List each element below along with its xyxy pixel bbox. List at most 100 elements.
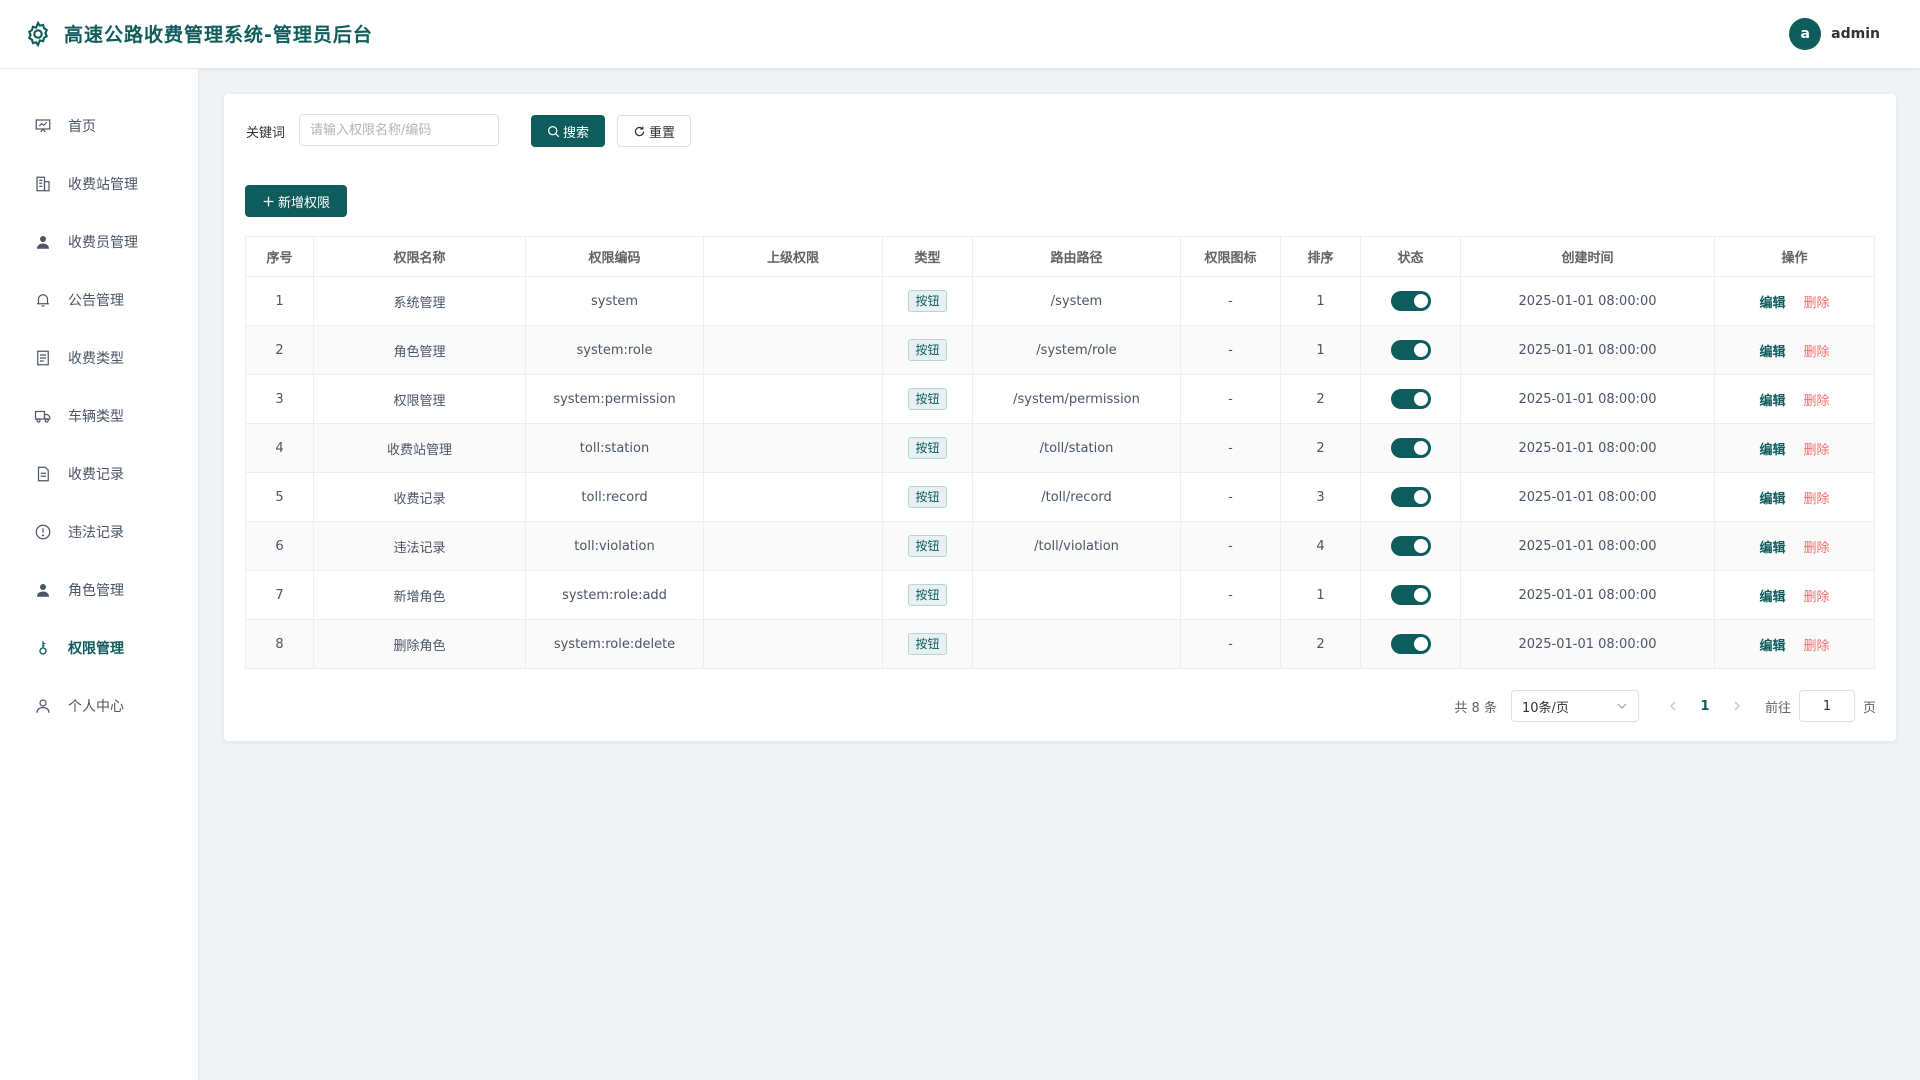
page-number-current[interactable]: 1 <box>1685 699 1725 714</box>
cell-code: system:role:add <box>525 570 704 620</box>
delete-button[interactable]: 删除 <box>1804 345 1830 360</box>
plus-icon <box>263 196 274 206</box>
delete-button[interactable]: 删除 <box>1804 296 1830 311</box>
edit-button[interactable]: 编辑 <box>1759 492 1785 507</box>
chevron-left-icon <box>1669 701 1676 711</box>
search-button[interactable]: 搜索 <box>531 115 605 147</box>
sidebar-item-notices[interactable]: 公告管理 <box>0 271 198 329</box>
sidebar: 首页 收费站管理 收费员管理 公告管理 收费类型 车辆类型 收费记录 违法记录 … <box>0 69 199 1080</box>
status-toggle[interactable] <box>1390 291 1431 311</box>
user-menu[interactable]: a admin <box>1789 18 1880 50</box>
prev-page-button[interactable] <box>1661 692 1685 720</box>
edit-button[interactable]: 编辑 <box>1759 394 1785 409</box>
reset-button-label: 重置 <box>648 125 675 141</box>
sidebar-item-violations[interactable]: 违法记录 <box>0 503 198 561</box>
cell-created: 2025-01-01 08:00:00 <box>1460 374 1715 424</box>
delete-button[interactable]: 删除 <box>1804 541 1830 556</box>
cell-actions: 编辑 删除 <box>1714 472 1875 522</box>
sidebar-item-collectors[interactable]: 收费员管理 <box>0 213 198 271</box>
column-header: 序号 <box>245 236 314 277</box>
bell-icon <box>37 294 49 307</box>
sidebar-item-vehicle-types[interactable]: 车辆类型 <box>0 387 198 445</box>
page-size-select[interactable]: 10条/页 <box>1510 690 1639 722</box>
next-page-button[interactable] <box>1725 692 1749 720</box>
sidebar-item-label: 收费记录 <box>68 467 124 483</box>
cell-name: 新增角色 <box>313 570 526 620</box>
cell-type: 按钮 <box>882 619 973 669</box>
keyword-input[interactable] <box>299 114 499 146</box>
status-toggle[interactable] <box>1390 340 1431 360</box>
delete-button[interactable]: 删除 <box>1804 492 1830 507</box>
edit-button[interactable]: 编辑 <box>1759 541 1785 556</box>
cell-status <box>1360 570 1461 620</box>
sidebar-item-label: 收费类型 <box>68 351 124 367</box>
goto-label: 前往 <box>1764 700 1791 716</box>
cell-status <box>1360 276 1461 326</box>
cell-status <box>1360 521 1461 571</box>
table-row: 3 权限管理 system:permission 按钮 /system/perm… <box>245 374 1875 424</box>
type-tag: 按钮 <box>908 535 947 557</box>
cell-path <box>972 619 1181 669</box>
cell-code: system:role:delete <box>525 619 704 669</box>
delete-button[interactable]: 删除 <box>1804 394 1830 409</box>
sidebar-item-label: 收费站管理 <box>68 177 138 193</box>
edit-button[interactable]: 编辑 <box>1759 639 1785 654</box>
cell-status <box>1360 374 1461 424</box>
top-header: 高速公路收费管理系统-管理员后台 a admin <box>0 0 1920 69</box>
status-toggle[interactable] <box>1390 438 1431 458</box>
edit-button[interactable]: 编辑 <box>1759 345 1785 360</box>
cell-parent <box>703 619 883 669</box>
status-toggle[interactable] <box>1390 585 1431 605</box>
sidebar-item-label: 个人中心 <box>68 699 124 715</box>
status-toggle[interactable] <box>1390 487 1431 507</box>
goto-page-input[interactable] <box>1798 690 1855 722</box>
cell-index: 7 <box>245 570 314 620</box>
cell-sort: 1 <box>1280 325 1361 375</box>
username[interactable]: admin <box>1831 26 1880 42</box>
cell-actions: 编辑 删除 <box>1714 423 1875 473</box>
delete-button[interactable]: 删除 <box>1804 639 1830 654</box>
sidebar-item-label: 权限管理 <box>68 641 124 657</box>
cell-created: 2025-01-01 08:00:00 <box>1460 423 1715 473</box>
page-suffix: 页 <box>1862 700 1876 716</box>
sidebar-item-profile[interactable]: 个人中心 <box>0 677 198 735</box>
cell-actions: 编辑 删除 <box>1714 570 1875 620</box>
add-permission-button[interactable]: 新增权限 <box>245 185 347 217</box>
sidebar-item-home[interactable]: 首页 <box>0 97 198 155</box>
cell-created: 2025-01-01 08:00:00 <box>1460 472 1715 522</box>
refresh-icon <box>634 126 645 136</box>
cell-status <box>1360 472 1461 522</box>
cell-sort: 1 <box>1280 276 1361 326</box>
cell-index: 1 <box>245 276 314 326</box>
cell-type: 按钮 <box>882 570 973 620</box>
cell-actions: 编辑 删除 <box>1714 276 1875 326</box>
chevron-right-icon <box>1734 701 1740 711</box>
cell-index: 6 <box>245 521 314 571</box>
avatar[interactable]: a <box>1789 18 1822 50</box>
table-row: 2 角色管理 system:role 按钮 /system/role - 1 2… <box>245 325 1875 375</box>
person-icon <box>36 699 50 713</box>
sidebar-item-label: 首页 <box>68 119 96 135</box>
edit-button[interactable]: 编辑 <box>1759 443 1785 458</box>
status-toggle[interactable] <box>1390 389 1431 409</box>
edit-button[interactable]: 编辑 <box>1759 296 1785 311</box>
status-toggle[interactable] <box>1390 536 1431 556</box>
sidebar-item-roles[interactable]: 角色管理 <box>0 561 198 619</box>
reset-button[interactable]: 重置 <box>617 115 691 147</box>
warning-icon <box>35 524 51 540</box>
delete-button[interactable]: 删除 <box>1804 590 1830 605</box>
type-tag: 按钮 <box>908 339 947 361</box>
sidebar-item-stations[interactable]: 收费站管理 <box>0 155 198 213</box>
sidebar-item-fee-types[interactable]: 收费类型 <box>0 329 198 387</box>
search-icon <box>547 125 560 137</box>
cell-status <box>1360 325 1461 375</box>
sidebar-item-toll-records[interactable]: 收费记录 <box>0 445 198 503</box>
edit-button[interactable]: 编辑 <box>1759 590 1785 605</box>
sidebar-item-label: 车辆类型 <box>68 409 124 425</box>
cell-index: 2 <box>245 325 314 375</box>
status-toggle[interactable] <box>1390 634 1431 654</box>
sidebar-item-permissions[interactable]: 权限管理 <box>0 619 198 677</box>
cell-index: 5 <box>245 472 314 522</box>
cell-code: toll:record <box>525 472 704 522</box>
delete-button[interactable]: 删除 <box>1804 443 1830 458</box>
